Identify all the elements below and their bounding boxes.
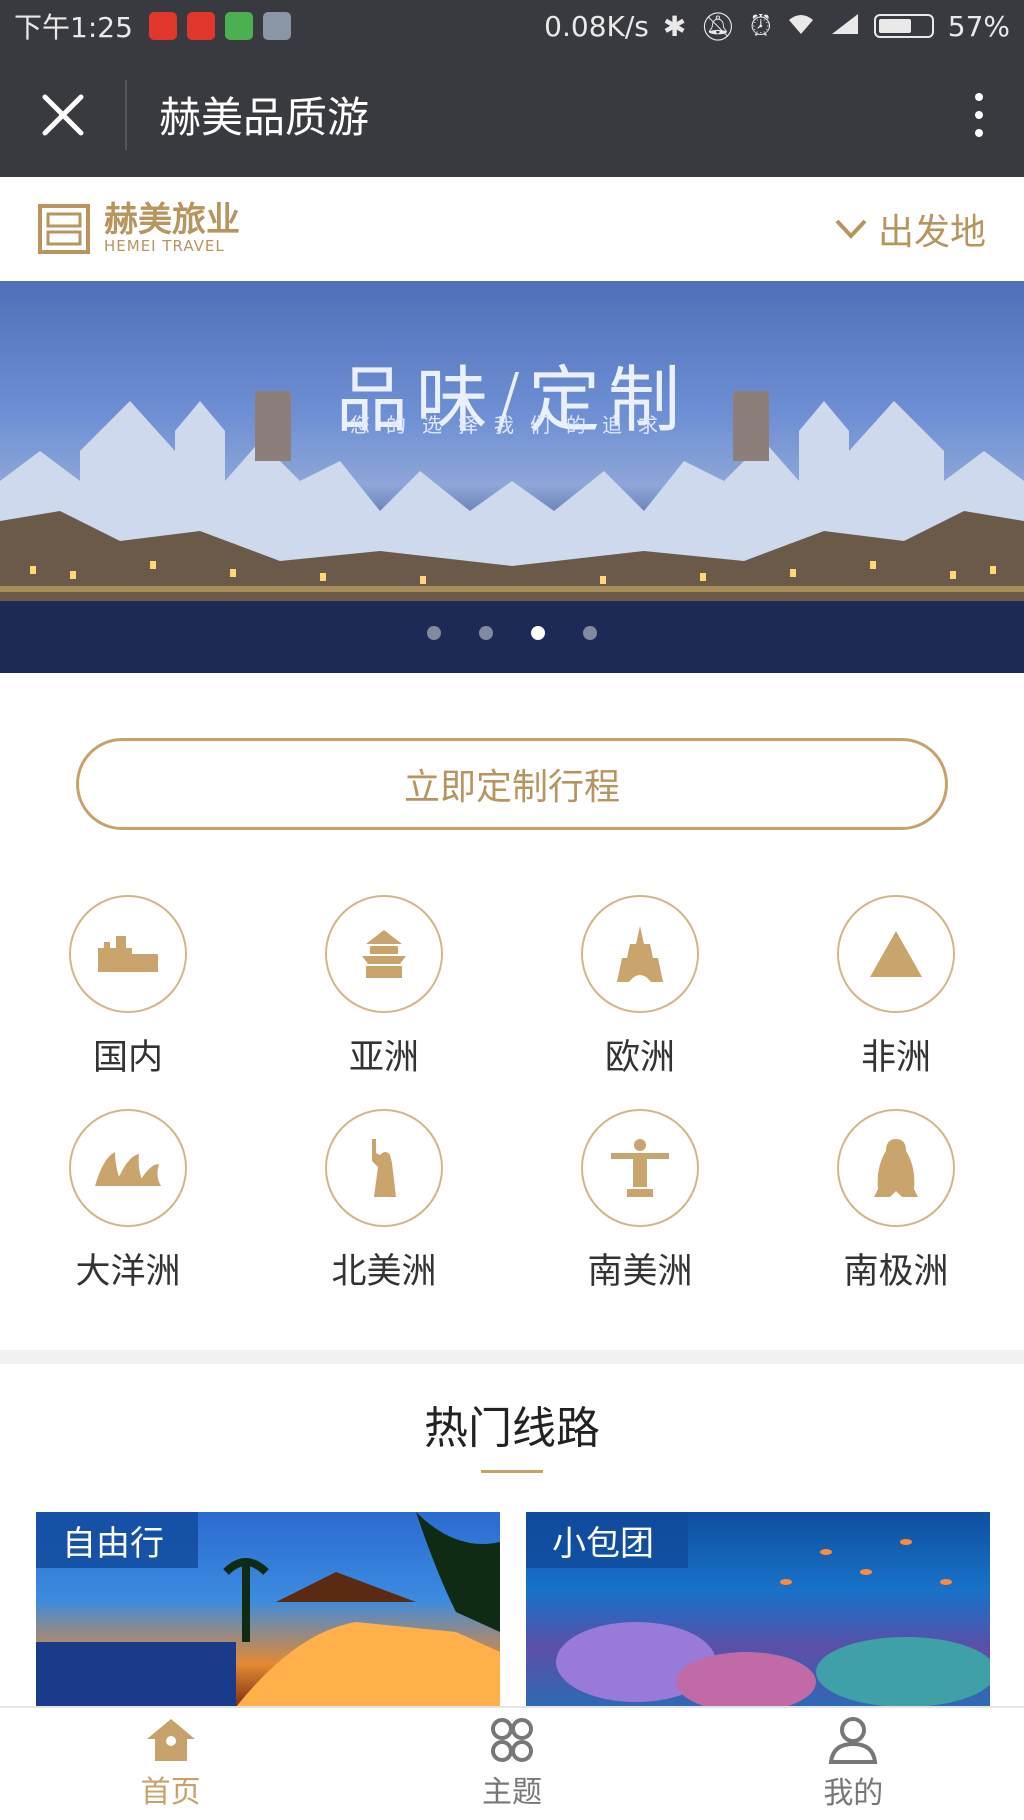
brand-logo-icon bbox=[38, 204, 90, 254]
theme-grid-icon bbox=[490, 1718, 533, 1762]
tab-theme[interactable]: 主题 bbox=[341, 1708, 682, 1820]
statue-of-liberty-icon bbox=[325, 1109, 443, 1227]
mute-icon: 🔕︎ bbox=[700, 9, 736, 43]
brand-name-en: HEMEI TRAVEL bbox=[104, 237, 225, 255]
banner-subtitle: 您的选择我们的追求 bbox=[350, 413, 674, 437]
carousel-dot[interactable] bbox=[427, 626, 441, 640]
section-divider bbox=[0, 1350, 1024, 1364]
region-europe[interactable]: 欧洲 bbox=[512, 895, 768, 1109]
battery-percent: 57% bbox=[947, 9, 1010, 43]
eiffel-tower-icon bbox=[581, 895, 699, 1013]
region-label: 非洲 bbox=[860, 1038, 931, 1078]
carousel-dots bbox=[0, 626, 1024, 640]
wechat-app-icon bbox=[224, 12, 253, 40]
christ-redeemer-icon bbox=[581, 1109, 699, 1227]
route-card-free-travel[interactable]: 自由行 bbox=[36, 1512, 500, 1707]
region-label: 南美洲 bbox=[587, 1252, 693, 1292]
bluetooth-icon: ✱ bbox=[662, 9, 687, 43]
carousel-dot[interactable] bbox=[583, 626, 597, 640]
opera-house-icon bbox=[69, 1109, 187, 1227]
hot-routes-underline bbox=[481, 1470, 543, 1473]
brand-name: 赫美旅业 bbox=[104, 200, 240, 240]
weibo-icon bbox=[148, 12, 177, 40]
signal-icon bbox=[830, 10, 860, 43]
chevron-down-icon bbox=[835, 219, 867, 239]
region-grid: 国内 亚洲 欧洲 非洲 大洋洲 北美洲 南美洲 南极洲 bbox=[0, 895, 1024, 1323]
tab-label: 首页 bbox=[140, 1775, 201, 1810]
region-south-america[interactable]: 南美洲 bbox=[512, 1109, 768, 1323]
bottom-tab-bar: 首页 主题 我的 bbox=[0, 1706, 1024, 1820]
departure-label: 出发地 bbox=[877, 212, 986, 253]
wifi-icon bbox=[786, 10, 816, 43]
home-icon bbox=[146, 1719, 195, 1761]
status-bar: 下午1:25 0.08K/s ✱ 🔕︎ ⏰︎ 57% bbox=[0, 0, 1024, 52]
region-label: 亚洲 bbox=[348, 1038, 419, 1078]
hot-routes-title: 热门线路 bbox=[424, 1403, 600, 1454]
hero-banner[interactable]: 品味/定制 您的选择我们的追求 bbox=[0, 281, 1024, 673]
title-bar: 赫美品质游 bbox=[0, 52, 1024, 177]
carousel-dot-active[interactable] bbox=[531, 626, 545, 640]
region-oceania[interactable]: 大洋洲 bbox=[0, 1109, 256, 1323]
region-label: 南极洲 bbox=[843, 1252, 949, 1292]
region-domestic[interactable]: 国内 bbox=[0, 895, 256, 1109]
tab-label: 我的 bbox=[823, 1776, 884, 1811]
departure-selector[interactable]: 出发地 bbox=[834, 203, 986, 255]
region-asia[interactable]: 亚洲 bbox=[256, 895, 512, 1109]
pyramid-icon bbox=[837, 895, 955, 1013]
tab-mine[interactable]: 我的 bbox=[683, 1708, 1024, 1820]
tab-home[interactable]: 首页 bbox=[0, 1708, 341, 1820]
banner-scene-image bbox=[0, 391, 1024, 673]
carousel-dot[interactable] bbox=[479, 626, 493, 640]
brand-bar: 赫美旅业 HEMEI TRAVEL 出发地 bbox=[0, 177, 1024, 281]
close-button[interactable] bbox=[0, 52, 125, 177]
more-menu-button[interactable] bbox=[934, 52, 1024, 177]
battery-icon bbox=[873, 14, 934, 38]
region-north-america[interactable]: 北美洲 bbox=[256, 1109, 512, 1323]
penguin-icon bbox=[837, 1109, 955, 1227]
region-antarctica[interactable]: 南极洲 bbox=[768, 1109, 1024, 1323]
notes-icon bbox=[262, 12, 291, 40]
region-label: 北美洲 bbox=[331, 1252, 437, 1292]
temple-icon bbox=[325, 895, 443, 1013]
page-title: 赫美品质游 bbox=[159, 93, 370, 142]
close-icon bbox=[42, 94, 83, 135]
user-icon bbox=[829, 1717, 878, 1764]
tab-label: 主题 bbox=[481, 1775, 542, 1810]
weibo-icon bbox=[186, 12, 215, 40]
route-tag: 自由行 bbox=[36, 1512, 198, 1568]
region-label: 欧洲 bbox=[604, 1038, 675, 1078]
region-label: 国内 bbox=[92, 1038, 163, 1078]
title-divider bbox=[125, 79, 127, 150]
alarm-icon: ⏰︎ bbox=[749, 9, 772, 42]
brand-logo: 赫美旅业 HEMEI TRAVEL bbox=[38, 203, 240, 255]
route-tag: 小包团 bbox=[526, 1512, 688, 1568]
network-speed: 0.08K/s bbox=[544, 9, 649, 43]
great-wall-icon bbox=[69, 895, 187, 1013]
region-africa[interactable]: 非洲 bbox=[768, 895, 1024, 1109]
status-time: 下午1:25 bbox=[14, 11, 133, 44]
more-vertical-icon bbox=[975, 92, 983, 101]
region-label: 大洋洲 bbox=[75, 1252, 181, 1292]
route-card-small-group[interactable]: 小包团 bbox=[526, 1512, 990, 1707]
customize-trip-button[interactable]: 立即定制行程 bbox=[76, 738, 948, 830]
